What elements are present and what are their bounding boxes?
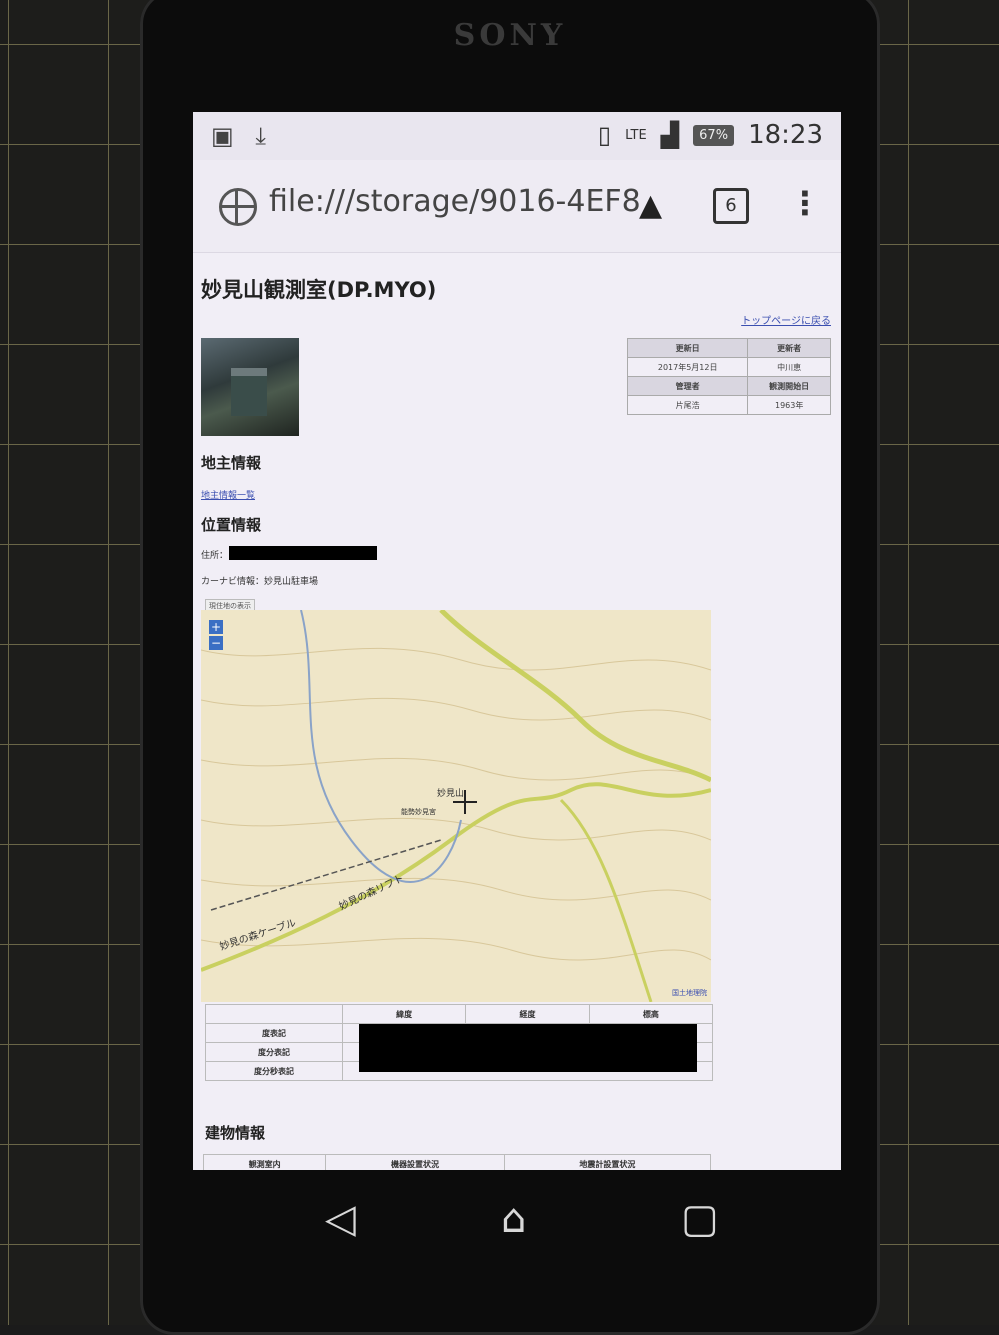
- globe-icon[interactable]: [219, 188, 257, 226]
- coordinates-redaction: [359, 1024, 697, 1072]
- table-header: 機器設置状況: [325, 1154, 505, 1170]
- table-header: 観測開始日: [747, 376, 831, 396]
- table-row-label: 度表記: [205, 1023, 343, 1043]
- table-cell: 2017年5月12日: [626, 357, 749, 377]
- road-line: [439, 610, 711, 783]
- table-cell: 中川恵: [747, 357, 831, 377]
- android-icon[interactable]: ▲: [639, 188, 662, 223]
- contour-lines: [201, 647, 711, 961]
- recents-icon[interactable]: ▢: [681, 1196, 719, 1242]
- browser-toolbar: file:///storage/9016-4EF8/t ▲ 6 ⋮: [193, 160, 841, 253]
- map-label-shrine: 能勢妙見宮: [401, 807, 436, 816]
- road-line: [201, 782, 711, 972]
- table-header: 管理者: [626, 376, 749, 396]
- table-cell: 1963年: [747, 395, 831, 415]
- web-page: 妙見山観測室(DP.MYO) トップページに戻る 更新日 更新者 2017年5月…: [193, 252, 841, 1170]
- landowner-heading: 地主情報: [201, 454, 262, 472]
- table-header: 観測室内: [202, 1154, 327, 1170]
- home-icon[interactable]: ⌂: [501, 1196, 526, 1242]
- address-redaction: [229, 546, 377, 560]
- clock: 18:23: [748, 120, 823, 150]
- status-bar: ▣ ⤓ ▯ LTE ▟ 67% 18:23: [193, 112, 841, 160]
- table-header: 緯度: [341, 1004, 467, 1024]
- signal-icon: ▟: [660, 121, 680, 149]
- top-page-link[interactable]: トップページに戻る: [741, 312, 831, 327]
- tab-switcher-button[interactable]: 6: [713, 188, 749, 224]
- road-line: [559, 798, 653, 1002]
- table-row-label: 度分表記: [205, 1042, 343, 1062]
- building-table: 観測室内 機器設置状況 地震計設置状況: [202, 1154, 712, 1170]
- building-heading: 建物情報: [205, 1124, 266, 1142]
- page-title: 妙見山観測室(DP.MYO): [201, 278, 437, 302]
- notification-icon: ▣: [211, 122, 234, 150]
- vibrate-icon: ▯: [597, 121, 612, 149]
- location-heading: 位置情報: [201, 516, 262, 534]
- phone-screen: ▣ ⤓ ▯ LTE ▟ 67% 18:23 file:///storage/90…: [193, 112, 841, 1170]
- table-header: 経度: [465, 1004, 590, 1024]
- url-field[interactable]: file:///storage/9016-4EF8/t: [269, 184, 639, 219]
- hut-image: [231, 368, 267, 416]
- table-row-label: 度分秒表記: [205, 1061, 343, 1081]
- station-photo: [201, 338, 299, 436]
- cable-line: [210, 839, 442, 911]
- map-label-peak: 妙見山: [437, 787, 464, 799]
- download-icon: ⤓: [255, 122, 266, 150]
- map-label-lift: 妙見の森リフト: [337, 871, 406, 912]
- table-cell: 片尾浩: [626, 395, 749, 415]
- table-header-empty: [205, 1004, 343, 1024]
- landowner-list-link[interactable]: 地主情報一覧: [201, 488, 255, 501]
- overflow-menu-icon[interactable]: ⋮: [789, 184, 821, 222]
- address-label: 住所：: [201, 551, 229, 561]
- status-right: ▯ LTE ▟ 67% 18:23: [598, 120, 823, 150]
- network-type: LTE: [625, 127, 647, 143]
- notification-icons: ▣ ⤓: [211, 122, 266, 150]
- back-icon[interactable]: ◁: [325, 1196, 356, 1242]
- zoom-in-button[interactable]: +: [209, 620, 223, 634]
- table-header: 更新者: [747, 338, 831, 358]
- zoom-out-button[interactable]: −: [209, 636, 223, 650]
- map-svg: 妙見山 能勢妙見宮 妙見の森ケーブル 妙見の森リフト: [201, 610, 711, 1002]
- table-header: 標高: [588, 1004, 714, 1024]
- battery-indicator: 67%: [693, 124, 735, 146]
- carnavi-info: カーナビ情報：妙見山駐車場: [201, 577, 319, 587]
- brand-logo: SONY: [453, 18, 567, 53]
- table-header: 地震計設置状況: [503, 1154, 712, 1170]
- topographic-map[interactable]: 妙見山 能勢妙見宮 妙見の森ケーブル 妙見の森リフト + − 国土地理院: [201, 610, 711, 1002]
- android-nav-bar: ◁ ⌂ ▢: [193, 1170, 841, 1270]
- table-header: 更新日: [626, 338, 749, 358]
- map-attribution-link[interactable]: 国土地理院: [672, 988, 707, 998]
- update-info-table: 更新日 更新者 2017年5月12日 中川恵 管理者 観測開始日 片尾浩 196…: [626, 338, 831, 415]
